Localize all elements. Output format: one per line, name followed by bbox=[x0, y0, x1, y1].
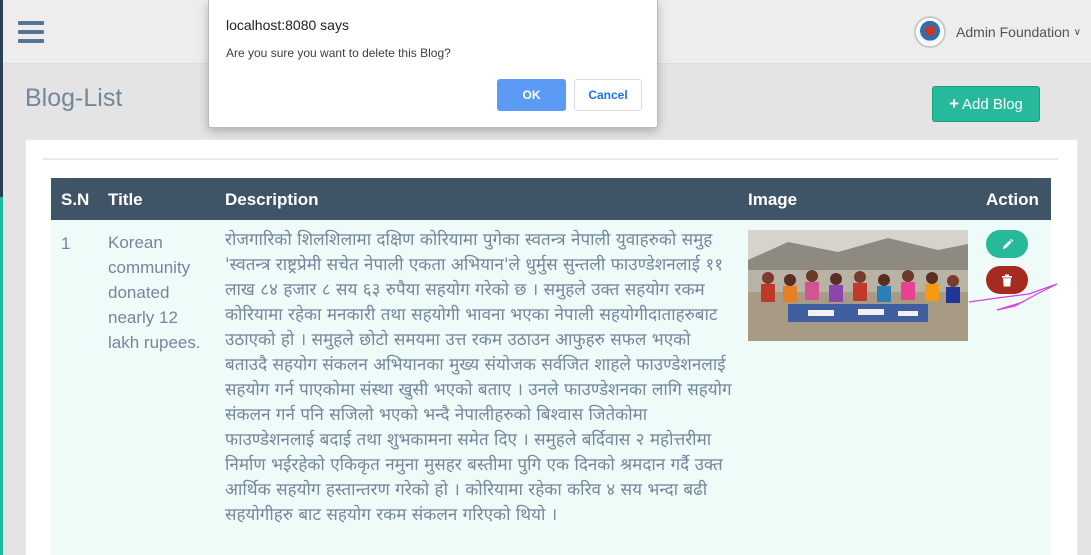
dialog-message: Are you sure you want to delete this Blo… bbox=[226, 46, 451, 60]
header-image: Image bbox=[748, 190, 798, 209]
row-description: रोजगारिको शिलशिलामा दक्षिण कोरियामा पुगे… bbox=[225, 230, 732, 525]
add-blog-button[interactable]: + Add Blog bbox=[932, 86, 1040, 122]
plus-icon: + bbox=[949, 94, 960, 113]
confirm-dialog: localhost:8080 says Are you sure you wan… bbox=[208, 0, 658, 128]
header-action: Action bbox=[986, 190, 1039, 209]
header-sn: S.N bbox=[61, 190, 90, 209]
user-name: Admin Foundation bbox=[956, 24, 1070, 40]
pen-annotation bbox=[968, 283, 1058, 311]
ok-button[interactable]: OK bbox=[497, 79, 566, 111]
header-description: Description bbox=[225, 190, 319, 209]
hamburger-icon[interactable] bbox=[18, 21, 44, 43]
sidebar-edge bbox=[0, 0, 3, 555]
avatar bbox=[914, 16, 947, 48]
edit-button[interactable] bbox=[986, 230, 1028, 258]
cancel-button[interactable]: Cancel bbox=[574, 79, 642, 111]
add-blog-label: Add Blog bbox=[962, 95, 1023, 113]
page-title: Blog-List bbox=[25, 84, 123, 112]
divider bbox=[43, 158, 1058, 160]
row-image bbox=[748, 230, 968, 341]
table-row: 1 Korean community donated nearly 12 lak… bbox=[51, 220, 1051, 555]
header-title: Title bbox=[108, 190, 143, 209]
user-menu[interactable]: Admin Foundation ∨ bbox=[914, 16, 1091, 48]
blog-table: S.N Title Description Image Action 1 Kor… bbox=[51, 178, 1051, 555]
row-title: Korean community donated nearly 12 lakh … bbox=[108, 233, 201, 352]
pencil-icon bbox=[1002, 238, 1013, 249]
table-header: S.N Title Description Image Action bbox=[51, 178, 1051, 220]
chevron-down-icon: ∨ bbox=[1073, 26, 1081, 38]
content-panel: S.N Title Description Image Action 1 Kor… bbox=[25, 139, 1078, 555]
dialog-title: localhost:8080 says bbox=[226, 17, 349, 33]
sidebar-active-accent bbox=[0, 197, 3, 555]
row-sn: 1 bbox=[61, 234, 71, 253]
